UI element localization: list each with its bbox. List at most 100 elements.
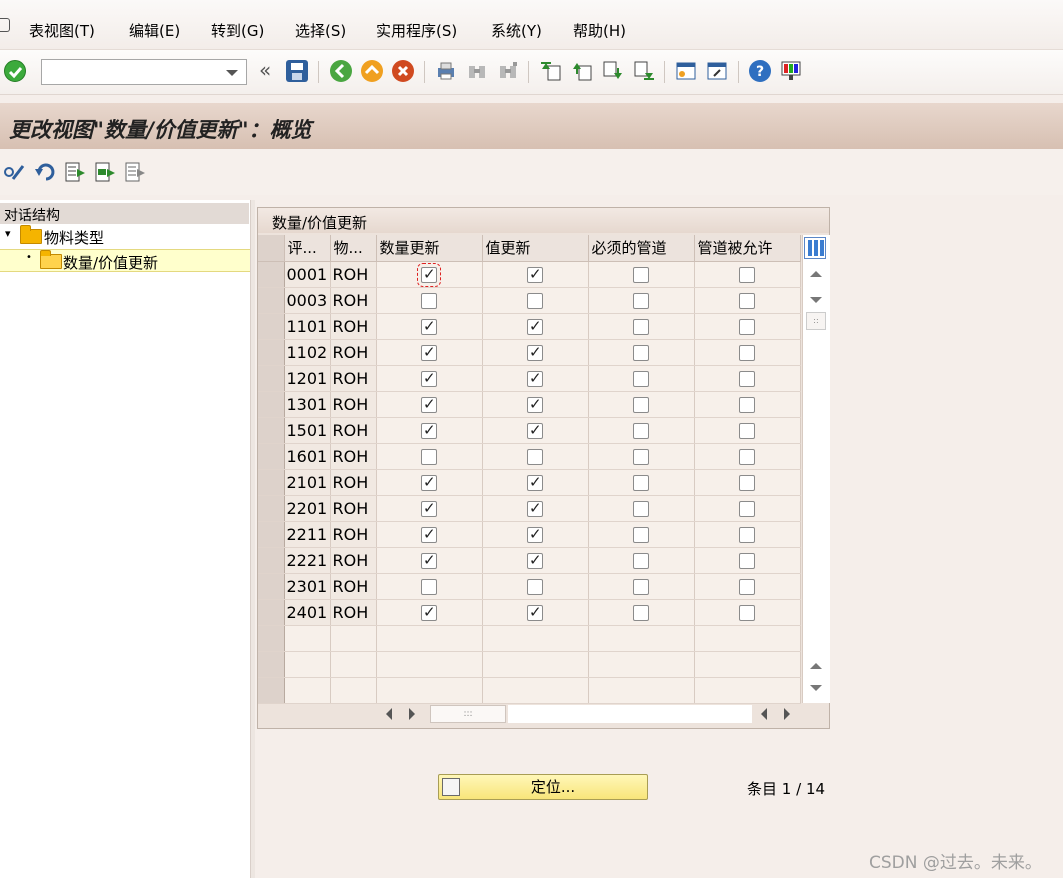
column-header[interactable]: 值更新 (482, 235, 589, 262)
pipeline-mandatory-checkbox[interactable] (633, 449, 649, 465)
column-header[interactable]: 必须的管道 (588, 235, 695, 262)
row-selector[interactable] (258, 469, 285, 496)
scroll-col-right-icon[interactable] (784, 708, 790, 720)
value-update-checkbox[interactable] (527, 449, 543, 465)
pane-splitter[interactable] (251, 200, 255, 878)
pipeline-allowed-checkbox[interactable] (739, 449, 755, 465)
menu-help[interactable]: 帮助(H) (573, 20, 626, 41)
pipeline-mandatory-checkbox[interactable] (633, 553, 649, 569)
save-icon[interactable] (286, 60, 308, 82)
chevron-down-icon[interactable] (226, 70, 238, 76)
menu-icon[interactable] (0, 18, 10, 32)
value-update-checkbox[interactable] (527, 525, 543, 543)
qty-update-checkbox[interactable] (421, 369, 437, 387)
qty-update-checkbox[interactable] (421, 449, 437, 465)
qty-update-checkbox[interactable] (421, 499, 437, 517)
qty-update-checkbox[interactable] (421, 525, 437, 543)
first-page-icon[interactable] (540, 60, 562, 82)
scroll-right-icon[interactable] (409, 708, 415, 720)
pipeline-mandatory-checkbox[interactable] (633, 475, 649, 491)
row-selector[interactable] (258, 651, 285, 678)
pipeline-mandatory-checkbox[interactable] (633, 423, 649, 439)
row-selector[interactable] (258, 261, 285, 288)
qty-update-checkbox[interactable] (421, 421, 437, 439)
horizontal-scrollbar[interactable]: ::: (378, 704, 828, 724)
back-icon[interactable] (330, 60, 352, 82)
new-session-icon[interactable] (675, 60, 697, 82)
qty-update-checkbox[interactable] (421, 579, 437, 595)
scroll-down-icon[interactable] (810, 685, 822, 691)
pipeline-mandatory-checkbox[interactable] (633, 267, 649, 283)
value-update-checkbox[interactable] (527, 473, 543, 491)
select-all-cell[interactable] (258, 235, 285, 262)
enter-icon[interactable] (4, 60, 26, 82)
exit-icon[interactable] (361, 60, 383, 82)
qty-update-checkbox[interactable] (417, 263, 441, 287)
value-update-checkbox[interactable] (527, 369, 543, 387)
pipeline-allowed-checkbox[interactable] (739, 501, 755, 517)
prev-page-icon[interactable] (571, 60, 593, 82)
last-page-icon[interactable] (633, 60, 655, 82)
pipeline-allowed-checkbox[interactable] (739, 553, 755, 569)
find-icon[interactable] (466, 60, 488, 82)
help-icon[interactable]: ? (749, 60, 771, 82)
row-selector[interactable] (258, 599, 285, 626)
menu-utilities[interactable]: 实用程序(S) (376, 20, 457, 41)
menu-system[interactable]: 系统(Y) (491, 20, 542, 41)
pipeline-allowed-checkbox[interactable] (739, 293, 755, 309)
pipeline-mandatory-checkbox[interactable] (633, 527, 649, 543)
select-block-icon[interactable] (94, 161, 116, 183)
value-update-checkbox[interactable] (527, 499, 543, 517)
scroll-up-icon[interactable] (810, 271, 822, 277)
column-header[interactable]: 物... (330, 235, 377, 262)
pipeline-allowed-checkbox[interactable] (739, 579, 755, 595)
vertical-scrollbar[interactable]: :: (802, 235, 830, 703)
menu-selection[interactable]: 选择(S) (295, 20, 346, 41)
pipeline-allowed-checkbox[interactable] (739, 475, 755, 491)
row-selector[interactable] (258, 391, 285, 418)
row-selector[interactable] (258, 443, 285, 470)
cancel-icon[interactable] (392, 60, 414, 82)
value-update-checkbox[interactable] (527, 421, 543, 439)
value-update-checkbox[interactable] (527, 551, 543, 569)
row-selector[interactable] (258, 365, 285, 392)
row-selector[interactable] (258, 417, 285, 444)
pipeline-mandatory-checkbox[interactable] (633, 397, 649, 413)
pipeline-allowed-checkbox[interactable] (739, 605, 755, 621)
row-selector[interactable] (258, 495, 285, 522)
pipeline-mandatory-checkbox[interactable] (633, 319, 649, 335)
pipeline-allowed-checkbox[interactable] (739, 527, 755, 543)
collapse-icon[interactable]: « (259, 58, 271, 82)
qty-update-checkbox[interactable] (421, 603, 437, 621)
qty-update-checkbox[interactable] (421, 343, 437, 361)
row-selector[interactable] (258, 677, 285, 704)
qty-update-checkbox[interactable] (421, 473, 437, 491)
qty-update-checkbox[interactable] (421, 293, 437, 309)
pipeline-allowed-checkbox[interactable] (739, 345, 755, 361)
value-update-checkbox[interactable] (527, 265, 543, 283)
pipeline-mandatory-checkbox[interactable] (633, 371, 649, 387)
row-selector[interactable] (258, 573, 285, 600)
menu-edit[interactable]: 编辑(E) (129, 20, 180, 41)
menu-table-view[interactable]: 表视图(T) (29, 20, 95, 41)
value-update-checkbox[interactable] (527, 317, 543, 335)
pipeline-allowed-checkbox[interactable] (739, 371, 755, 387)
column-header[interactable]: 评... (284, 235, 331, 262)
qty-update-checkbox[interactable] (421, 395, 437, 413)
value-update-checkbox[interactable] (527, 603, 543, 621)
column-settings-icon[interactable] (804, 237, 826, 259)
display-change-icon[interactable] (3, 161, 25, 183)
print-icon[interactable] (435, 60, 457, 82)
value-update-checkbox[interactable] (527, 293, 543, 309)
menu-goto[interactable]: 转到(G) (211, 20, 264, 41)
row-selector[interactable] (258, 625, 285, 652)
position-button[interactable]: 定位... (438, 774, 648, 800)
scroll-page-down-icon[interactable] (810, 297, 822, 303)
horizontal-scroll-track[interactable] (508, 705, 752, 723)
pipeline-mandatory-checkbox[interactable] (633, 345, 649, 361)
value-update-checkbox[interactable] (527, 343, 543, 361)
undo-icon[interactable] (33, 161, 55, 183)
deselect-all-icon[interactable] (124, 161, 146, 183)
shortcut-icon[interactable] (706, 60, 728, 82)
pipeline-allowed-checkbox[interactable] (739, 397, 755, 413)
